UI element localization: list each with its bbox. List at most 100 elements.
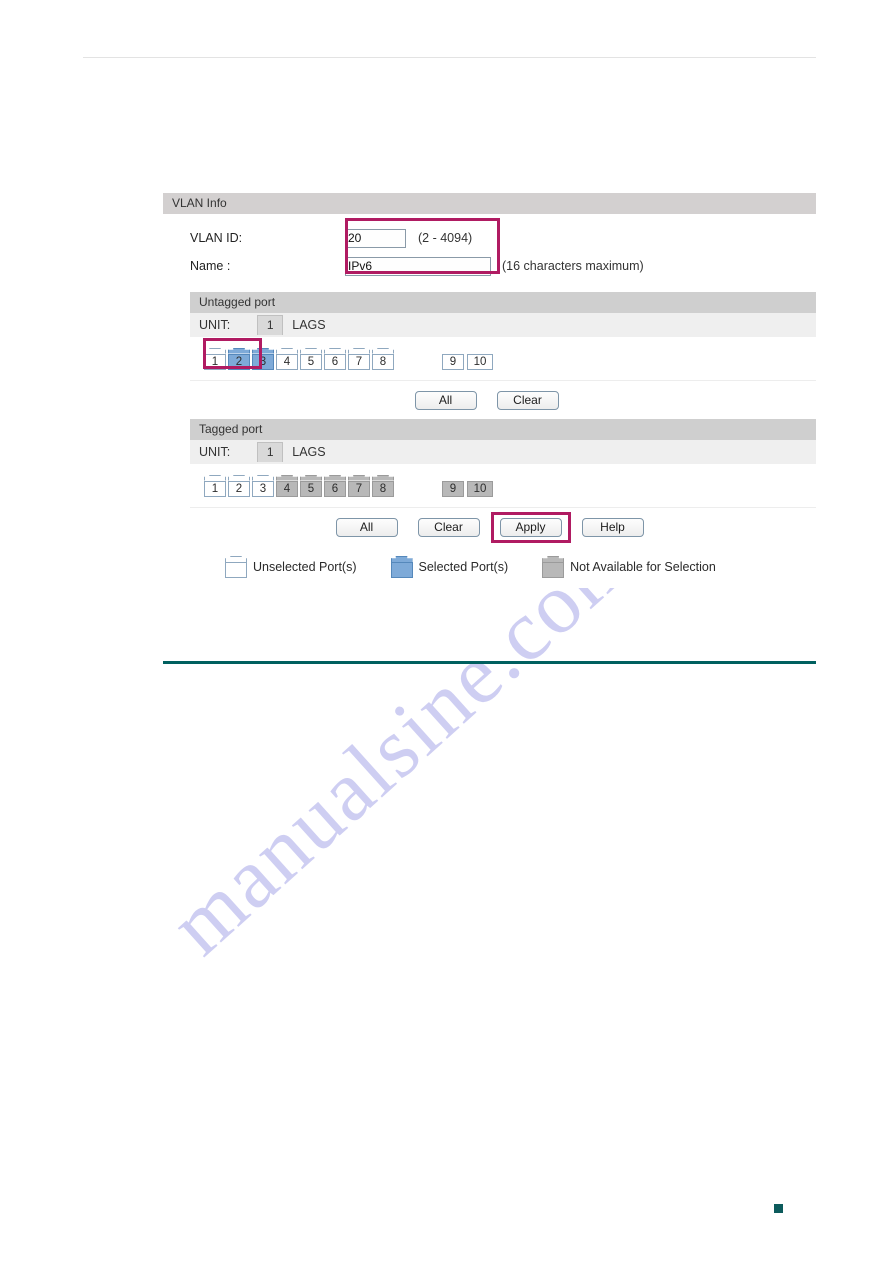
untagged-port-3[interactable]: 3	[252, 347, 274, 370]
lag-number-label: 9	[442, 480, 464, 497]
rj45-notch-icon	[348, 347, 370, 354]
port-number-label: 7	[348, 353, 370, 370]
apply-button-wrapper: Apply	[490, 511, 571, 543]
rj45-notch-icon	[300, 347, 322, 354]
tagged-apply-button[interactable]: Apply	[499, 517, 562, 537]
rj45-notch-icon	[390, 556, 413, 562]
tagged-unit-label: UNIT:	[199, 445, 231, 459]
tagged-port-1[interactable]: 1	[204, 474, 226, 497]
legend-item-na: Not Available for Selection	[542, 556, 716, 578]
vlan-name-input[interactable]	[345, 256, 491, 276]
untagged-port-group: 12345678	[204, 347, 396, 370]
rj45-notch-icon	[225, 556, 247, 562]
port-number-label: 6	[324, 353, 346, 370]
untagged-port-6[interactable]: 6	[324, 347, 346, 370]
port-number-label: 3	[252, 353, 274, 370]
vlan-info-body: VLAN ID: (2 - 4094) Name : (16 character…	[163, 214, 816, 292]
port-number-label: 8	[372, 353, 394, 370]
tagged-help-button[interactable]: Help	[581, 517, 644, 537]
port-number-label: 6	[324, 480, 346, 497]
tagged-lag-10[interactable]: 10	[467, 480, 493, 497]
untagged-ports-strip: 12345678 9 10	[190, 337, 816, 381]
port-number-label: 4	[276, 353, 298, 370]
legend-item-sel: Selected Port(s)	[390, 556, 509, 578]
legend-item-label: Unselected Port(s)	[253, 560, 357, 574]
rj45-notch-icon	[276, 474, 298, 481]
vlan-id-label: VLAN ID:	[190, 231, 243, 245]
port-number-label: 5	[300, 480, 322, 497]
rj45-notch-icon	[252, 474, 274, 481]
port-number-label: 2	[228, 353, 250, 370]
untagged-lag-9[interactable]: 9	[442, 353, 464, 370]
field-row-vlan-name: Name : (16 characters maximum)	[163, 252, 816, 280]
tagged-unit-tab-1[interactable]: 1	[257, 442, 284, 462]
rj45-notch-icon	[542, 556, 565, 562]
port-number-label: 7	[348, 480, 370, 497]
rj45-notch-icon	[204, 474, 226, 481]
untagged-lag-group: 9 10	[442, 348, 496, 370]
rj45-notch-icon	[324, 474, 346, 481]
vlan-name-hint: (16 characters maximum)	[502, 259, 644, 273]
field-row-vlan-id: VLAN ID: (2 - 4094)	[163, 224, 816, 252]
page-top-divider	[83, 57, 816, 58]
untagged-port-4[interactable]: 4	[276, 347, 298, 370]
untagged-lag-10[interactable]: 10	[467, 353, 493, 370]
port-number-label: 3	[252, 480, 274, 497]
port-number-label	[390, 562, 413, 578]
legend-item-label: Not Available for Selection	[570, 560, 716, 574]
untagged-port-5[interactable]: 5	[300, 347, 322, 370]
lag-number-label: 10	[467, 480, 493, 497]
untagged-unit-label: UNIT:	[199, 318, 231, 332]
rj45-notch-icon	[324, 347, 346, 354]
legend-item-unsel: Unselected Port(s)	[225, 556, 357, 578]
legend-port-	[390, 556, 413, 578]
port-number-label: 1	[204, 353, 226, 370]
untagged-port-7[interactable]: 7	[348, 347, 370, 370]
lag-number-label: 10	[467, 353, 493, 370]
page-watermark: manualsine.com	[0, 0, 893, 1263]
tagged-port-2[interactable]: 2	[228, 474, 250, 497]
port-number-label: 2	[228, 480, 250, 497]
tagged-lag-group: 9 10	[442, 475, 496, 497]
port-number-label: 1	[204, 480, 226, 497]
rj45-notch-icon	[204, 347, 226, 354]
port-number-label: 5	[300, 353, 322, 370]
port-number-label	[542, 562, 565, 578]
untagged-port-8[interactable]: 8	[372, 347, 394, 370]
tagged-port-3[interactable]: 3	[252, 474, 274, 497]
tagged-port-header: Tagged port	[190, 419, 816, 440]
rj45-notch-icon	[348, 474, 370, 481]
vlan-info-header: VLAN Info	[163, 193, 816, 214]
tagged-all-button[interactable]: All	[335, 517, 398, 537]
rj45-notch-icon	[228, 347, 250, 354]
untagged-unit-row: UNIT: 1 LAGS	[190, 313, 816, 337]
rj45-notch-icon	[300, 474, 322, 481]
untagged-port-1[interactable]: 1	[204, 347, 226, 370]
tagged-port-6: 6	[324, 474, 346, 497]
rj45-notch-icon	[372, 347, 394, 354]
lag-number-label: 9	[442, 353, 464, 370]
tagged-lags-label[interactable]: LAGS	[292, 445, 325, 459]
figure-bottom-divider	[163, 661, 816, 664]
rj45-notch-icon	[372, 474, 394, 481]
vlan-id-hint: (2 - 4094)	[418, 231, 473, 245]
legend-item-label: Selected Port(s)	[418, 560, 509, 574]
untagged-all-button[interactable]: All	[414, 390, 477, 410]
tagged-button-row: All Clear Apply Help	[163, 508, 816, 546]
page-corner-mark	[774, 1204, 783, 1213]
rj45-notch-icon	[252, 347, 274, 354]
vlan-id-input[interactable]	[345, 228, 406, 248]
port-state-legend: Unselected Port(s) Selected Port(s) Not Av…	[163, 546, 816, 588]
untagged-port-2[interactable]: 2	[228, 347, 250, 370]
tagged-ports-strip: 12345678 9 10	[190, 464, 816, 508]
tagged-port-4: 4	[276, 474, 298, 497]
port-number-label: 8	[372, 480, 394, 497]
untagged-clear-button[interactable]: Clear	[496, 390, 559, 410]
tagged-lag-9[interactable]: 9	[442, 480, 464, 497]
rj45-notch-icon	[276, 347, 298, 354]
tagged-clear-button[interactable]: Clear	[417, 517, 480, 537]
untagged-unit-tab-1[interactable]: 1	[257, 315, 284, 335]
untagged-lags-label[interactable]: LAGS	[292, 318, 325, 332]
tagged-port-5: 5	[300, 474, 322, 497]
tagged-port-7: 7	[348, 474, 370, 497]
